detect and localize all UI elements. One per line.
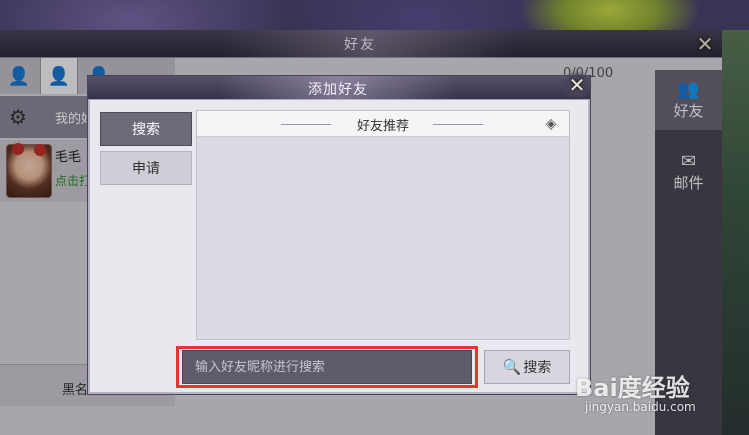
refresh-icon[interactable]: ◈ [541, 114, 561, 134]
recommend-header: 好友推荐 ◈ [197, 111, 569, 137]
add-friend-dialog: 添加好友 ✕ 搜索 申请 好友推荐 ◈ 🔍 搜索 [88, 70, 592, 394]
watermark: Bai度经验 jingyan.baidu.com [575, 368, 749, 435]
close-icon: ✕ [568, 73, 586, 97]
recommend-title: 好友推荐 [356, 119, 409, 134]
search-button-label: 搜索 [523, 360, 552, 376]
search-button[interactable]: 🔍 搜索 [484, 350, 570, 384]
dialog-tabs: 搜索 申请 [100, 112, 192, 190]
recommend-list: 好友推荐 ◈ [196, 110, 570, 340]
dialog-title: 添加好友 [308, 82, 368, 98]
tab-search[interactable]: 搜索 [100, 112, 192, 146]
search-input[interactable] [182, 350, 472, 384]
watermark-url: jingyan.baidu.com [585, 400, 696, 414]
tab-apply[interactable]: 申请 [100, 151, 192, 185]
dialog-header: 添加好友 [88, 76, 590, 100]
dialog-close-button[interactable]: ✕ [562, 70, 592, 100]
divider [433, 124, 483, 125]
search-icon: 🔍 [502, 358, 522, 376]
divider [281, 124, 331, 125]
watermark-logo: Bai度经验 [575, 374, 690, 402]
